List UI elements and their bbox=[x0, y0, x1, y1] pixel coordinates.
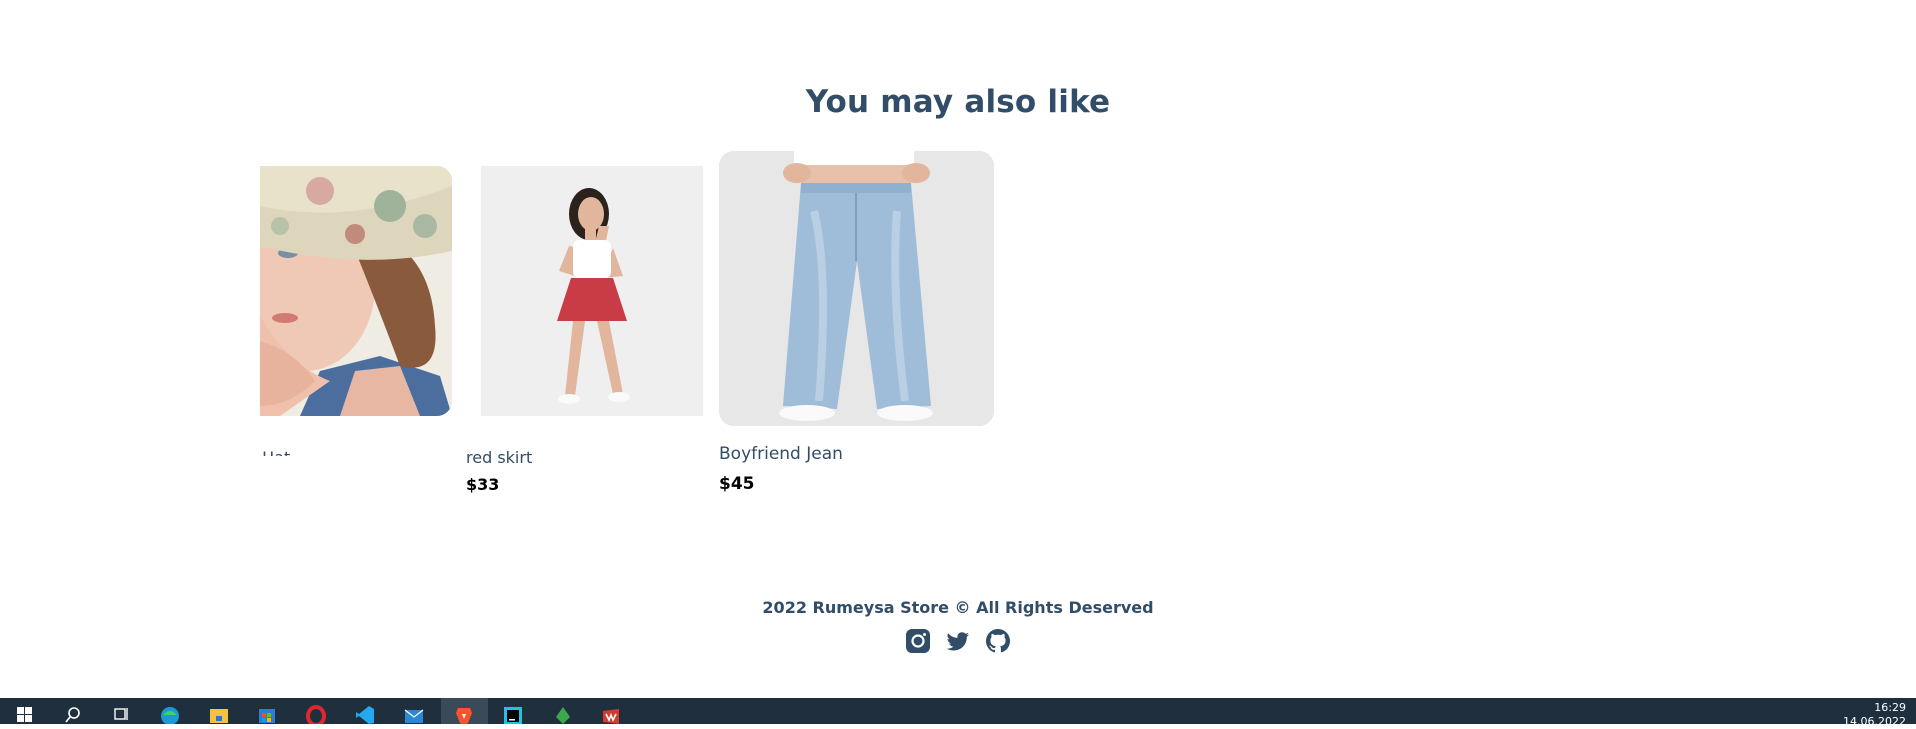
webstorm-icon[interactable] bbox=[502, 703, 524, 725]
footer-copyright: 2022 Rumeysa Store © All Rights Deserved bbox=[762, 598, 1154, 617]
clock-date: 14.06.2022 bbox=[1843, 715, 1906, 728]
product-price: $45 bbox=[719, 474, 755, 494]
file-explorer-icon[interactable] bbox=[208, 703, 230, 724]
mail-icon[interactable] bbox=[403, 703, 425, 724]
windows-start-icon[interactable] bbox=[14, 703, 36, 724]
product-card-hat[interactable]: · Hat bbox=[260, 166, 453, 456]
app-icon[interactable] bbox=[552, 703, 574, 724]
office-icon[interactable] bbox=[600, 703, 622, 724]
windows-taskbar: 16:29 14.06.2022 bbox=[0, 698, 1916, 728]
instagram-icon[interactable] bbox=[905, 628, 931, 654]
twitter-icon[interactable] bbox=[945, 628, 971, 654]
store-icon[interactable] bbox=[256, 703, 278, 724]
vscode-icon[interactable] bbox=[354, 703, 376, 724]
section-heading: You may also like bbox=[805, 83, 1111, 120]
product-price: $33 bbox=[466, 475, 500, 494]
opera-icon[interactable] bbox=[305, 703, 327, 727]
search-icon[interactable] bbox=[62, 703, 84, 724]
product-image-hat[interactable] bbox=[260, 166, 452, 416]
product-name[interactable]: · Hat bbox=[260, 448, 290, 456]
github-icon[interactable] bbox=[985, 628, 1011, 654]
product-name[interactable]: Boyfriend Jean bbox=[719, 444, 843, 464]
brave-icon[interactable] bbox=[453, 703, 475, 725]
product-card-red-skirt[interactable]: red skirt $33 bbox=[466, 166, 706, 494]
task-view-icon[interactable] bbox=[110, 703, 132, 724]
product-card-boyfriend-jean[interactable]: Boyfriend Jean $45 bbox=[719, 151, 995, 496]
system-clock[interactable]: 16:29 14.06.2022 bbox=[1843, 701, 1906, 729]
product-name[interactable]: red skirt bbox=[466, 448, 532, 467]
product-image-red-skirt[interactable] bbox=[481, 166, 703, 416]
product-image-boyfriend-jean[interactable] bbox=[719, 151, 994, 426]
clock-time: 16:29 bbox=[1874, 701, 1906, 714]
social-links bbox=[905, 628, 1013, 658]
edge-icon[interactable] bbox=[159, 703, 181, 725]
product-carousel[interactable]: · Hat bbox=[0, 140, 1916, 500]
